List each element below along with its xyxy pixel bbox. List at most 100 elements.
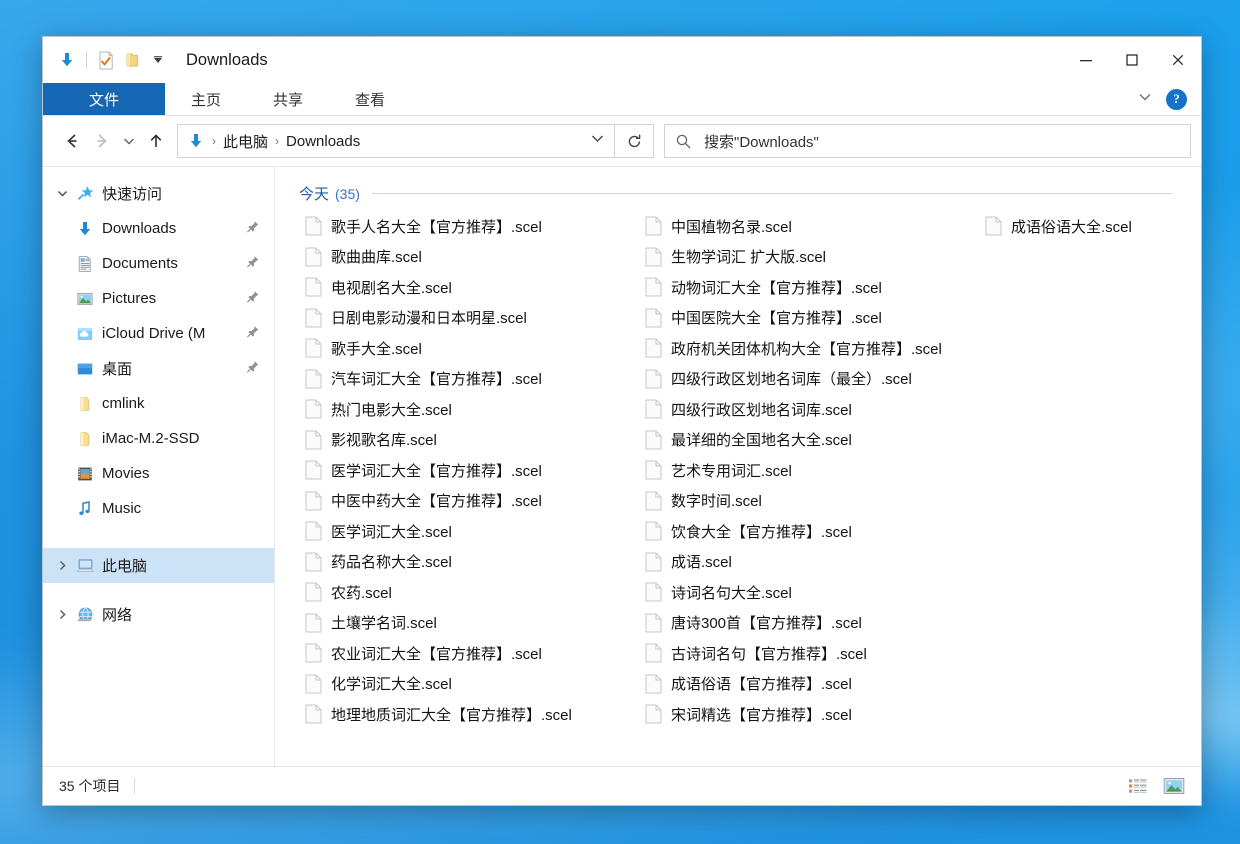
file-list-item[interactable]: 影视歌名库.scel	[299, 425, 639, 456]
breadcrumb-this-pc[interactable]: 此电脑	[223, 131, 268, 152]
search-box[interactable]: 搜索"Downloads"	[664, 124, 1191, 158]
sidebar-item-music[interactable]: Music	[43, 491, 274, 526]
file-list-item[interactable]: 电视剧名大全.scel	[299, 272, 639, 303]
new-folder-icon[interactable]	[119, 47, 145, 73]
file-list-item[interactable]: 化学词汇大全.scel	[299, 669, 639, 700]
file-list-item[interactable]: 成语.scel	[639, 547, 979, 578]
refresh-button[interactable]	[615, 124, 654, 158]
breadcrumb-downloads[interactable]: Downloads	[286, 133, 360, 150]
file-list-item[interactable]: 饮食大全【官方推荐】.scel	[639, 516, 979, 547]
file-name-label: 影视歌名库.scel	[331, 432, 437, 450]
file-list-item[interactable]: 艺术专用词汇.scel	[639, 455, 979, 486]
file-list-item[interactable]: 中国植物名录.scel	[639, 211, 979, 242]
details-view-button[interactable]	[1125, 774, 1151, 798]
file-list-item[interactable]: 中国医院大全【官方推荐】.scel	[639, 303, 979, 334]
file-list-item[interactable]: 四级行政区划地名词库.scel	[639, 394, 979, 425]
tab-view[interactable]: 查看	[329, 83, 411, 115]
sidebar-item-this-pc[interactable]: 此电脑	[43, 548, 274, 583]
file-list-item[interactable]: 土壤学名词.scel	[299, 608, 639, 639]
maximize-button[interactable]	[1109, 37, 1155, 83]
file-list-item[interactable]: 汽车词汇大全【官方推荐】.scel	[299, 364, 639, 395]
file-name-label: 诗词名句大全.scel	[671, 584, 792, 602]
chevron-down-icon[interactable]	[51, 187, 73, 200]
file-list-item[interactable]: 医学词汇大全【官方推荐】.scel	[299, 455, 639, 486]
tab-file[interactable]: 文件	[43, 83, 165, 115]
sidebar-item-icloud-drive[interactable]: iCloud Drive (M	[43, 316, 274, 351]
sidebar-item-documents[interactable]: Documents	[43, 246, 274, 281]
forward-button[interactable]	[87, 126, 117, 156]
file-name-label: 热门电影大全.scel	[331, 401, 452, 419]
chevron-right-icon[interactable]	[51, 608, 73, 621]
recent-locations-chevron-icon[interactable]	[117, 126, 141, 156]
sidebar-item-label: iCloud Drive (M	[102, 325, 206, 342]
sidebar-item-downloads[interactable]: Downloads	[43, 211, 274, 246]
file-list-item[interactable]: 古诗词名句【官方推荐】.scel	[639, 638, 979, 669]
sidebar-item-desktop[interactable]: 桌面	[43, 351, 274, 386]
tab-home[interactable]: 主页	[165, 83, 247, 115]
scel-file-icon	[643, 276, 663, 298]
collapse-ribbon-chevron-icon[interactable]	[1136, 88, 1154, 111]
file-list-item[interactable]: 唐诗300首【官方推荐】.scel	[639, 608, 979, 639]
search-input[interactable]: 搜索"Downloads"	[704, 131, 819, 152]
folder-icon	[73, 395, 97, 413]
back-button[interactable]	[57, 126, 87, 156]
close-button[interactable]	[1155, 37, 1201, 83]
file-list-item[interactable]: 日剧电影动漫和日本明星.scel	[299, 303, 639, 334]
address-bar[interactable]: › 此电脑 › Downloads	[177, 124, 615, 158]
scel-file-icon	[643, 368, 663, 390]
file-list-item[interactable]: 农药.scel	[299, 577, 639, 608]
file-list-item[interactable]: 歌曲曲库.scel	[299, 242, 639, 273]
tab-share[interactable]: 共享	[247, 83, 329, 115]
sidebar-item-network[interactable]: 网络	[43, 597, 274, 632]
file-list-item[interactable]: 地理地质词汇大全【官方推荐】.scel	[299, 699, 639, 730]
pin-icon[interactable]	[246, 289, 260, 308]
file-list-item[interactable]: 中医中药大全【官方推荐】.scel	[299, 486, 639, 517]
pin-icon[interactable]	[246, 254, 260, 273]
file-list-item[interactable]: 数字时间.scel	[639, 486, 979, 517]
scel-file-icon	[643, 490, 663, 512]
file-list-item[interactable]: 动物词汇大全【官方推荐】.scel	[639, 272, 979, 303]
scel-file-icon	[643, 551, 663, 573]
scel-file-icon	[643, 673, 663, 695]
file-list-item[interactable]: 热门电影大全.scel	[299, 394, 639, 425]
pin-icon[interactable]	[246, 359, 260, 378]
file-list-item[interactable]: 歌手大全.scel	[299, 333, 639, 364]
chevron-right-icon[interactable]	[51, 559, 73, 572]
file-list-item[interactable]: 歌手人名大全【官方推荐】.scel	[299, 211, 639, 242]
file-list-item[interactable]: 药品名称大全.scel	[299, 547, 639, 578]
file-list-item[interactable]: 四级行政区划地名词库（最全）.scel	[639, 364, 979, 395]
help-button[interactable]: ?	[1166, 88, 1187, 110]
icloud-drive-icon	[73, 325, 97, 343]
sidebar-item-cmlink[interactable]: cmlink	[43, 386, 274, 421]
address-dropdown-chevron-icon[interactable]	[581, 130, 606, 152]
file-list-item[interactable]: 宋词精选【官方推荐】.scel	[639, 699, 979, 730]
file-name-label: 农业词汇大全【官方推荐】.scel	[331, 645, 542, 663]
file-list-item[interactable]: 政府机关团体机构大全【官方推荐】.scel	[639, 333, 979, 364]
scel-file-icon	[303, 215, 323, 237]
file-list-item[interactable]: 诗词名句大全.scel	[639, 577, 979, 608]
large-icons-view-button[interactable]	[1161, 774, 1187, 798]
up-button[interactable]	[141, 126, 171, 156]
scel-file-icon	[303, 337, 323, 359]
navigation-bar: › 此电脑 › Downloads 搜索"Downloads"	[43, 116, 1201, 166]
downloads-arrow-icon[interactable]	[54, 47, 80, 73]
group-title[interactable]: 今天	[299, 183, 329, 204]
title-bar: Downloads	[43, 37, 1201, 83]
scel-file-icon	[643, 581, 663, 603]
customize-qat-caret-icon[interactable]	[145, 47, 171, 73]
file-list-item[interactable]: 成语俗语【官方推荐】.scel	[639, 669, 979, 700]
minimize-button[interactable]	[1063, 37, 1109, 83]
file-list-item[interactable]: 农业词汇大全【官方推荐】.scel	[299, 638, 639, 669]
pin-icon[interactable]	[246, 324, 260, 343]
group-count: (35)	[335, 185, 360, 202]
file-list-item[interactable]: 最详细的全国地名大全.scel	[639, 425, 979, 456]
sidebar-item-quick-access[interactable]: 快速访问	[43, 176, 274, 211]
file-list-item[interactable]: 成语俗语大全.scel	[979, 211, 1201, 242]
sidebar-item-imac-m2-ssd[interactable]: iMac-M.2-SSD	[43, 421, 274, 456]
sidebar-item-movies[interactable]: Movies	[43, 456, 274, 491]
properties-icon[interactable]	[93, 47, 119, 73]
sidebar-item-pictures[interactable]: Pictures	[43, 281, 274, 316]
pin-icon[interactable]	[246, 219, 260, 238]
file-list-item[interactable]: 生物学词汇 扩大版.scel	[639, 242, 979, 273]
file-list-item[interactable]: 医学词汇大全.scel	[299, 516, 639, 547]
